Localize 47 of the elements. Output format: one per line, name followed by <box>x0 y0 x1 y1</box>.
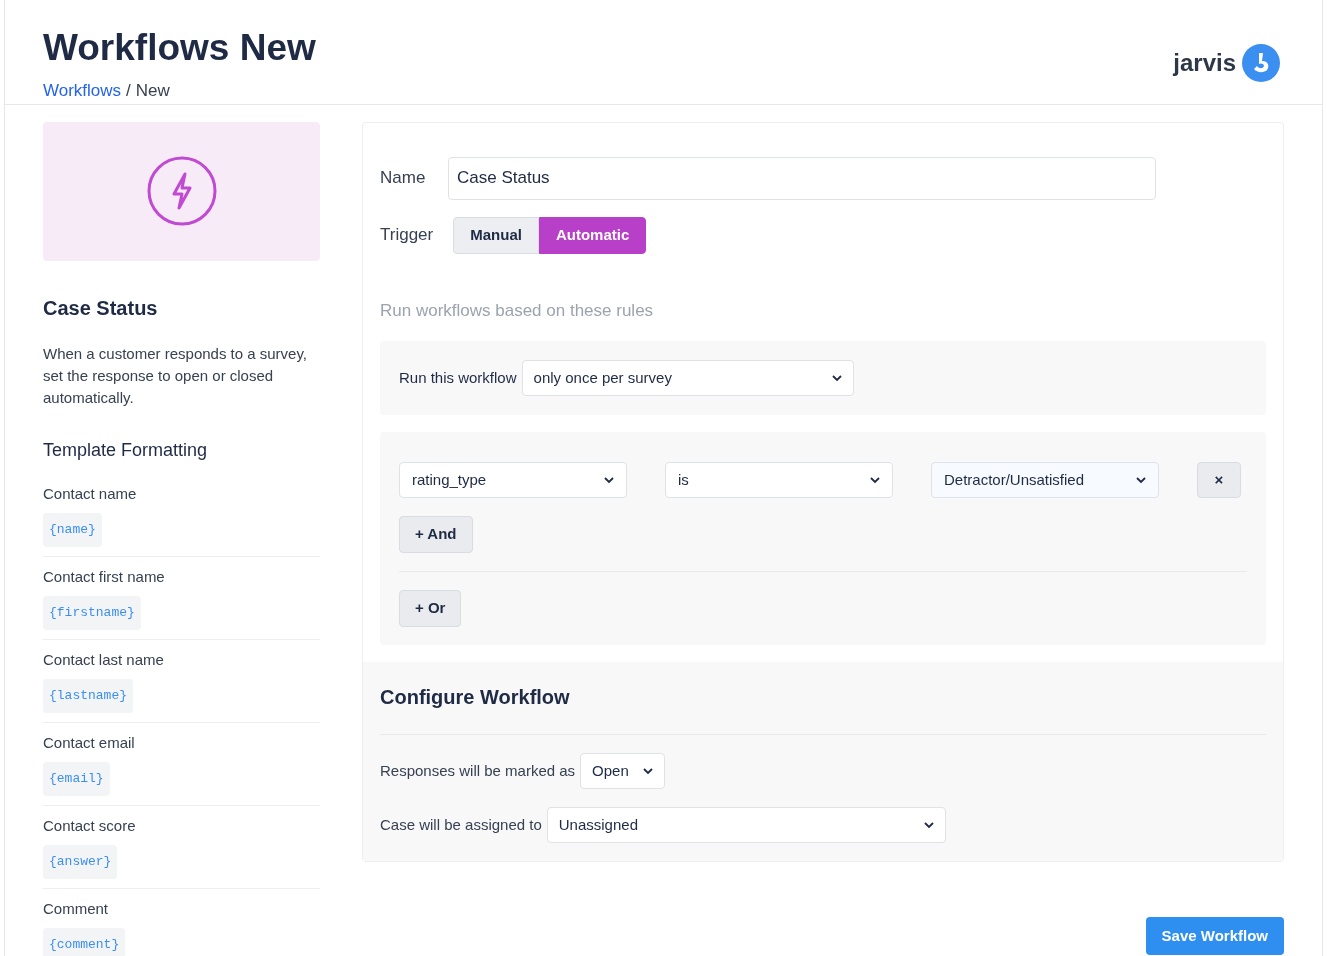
template-title: Case Status <box>43 295 159 321</box>
section-heading: Run workflows based on these rules <box>380 299 655 322</box>
breadcrumb-link[interactable]: Workflows <box>43 78 122 104</box>
variable-label: Contact email <box>43 732 135 753</box>
breadcrumb-separator: / <box>126 80 131 102</box>
trigger-tab[interactable]: Automatic <box>538 216 647 254</box>
chevron-down-icon <box>831 374 842 382</box>
variable-code: {name} <box>43 513 102 547</box>
section-heading: Template Formatting <box>43 438 209 462</box>
add-or-button[interactable]: + Or <box>399 590 462 627</box>
name-input[interactable]: Case Status <box>448 156 1156 200</box>
breadcrumb-current: New <box>135 80 170 102</box>
chevron-down-icon <box>923 821 934 829</box>
field-label: Run this workflow <box>399 367 517 388</box>
value-select[interactable]: Detractor/Unsatisfied <box>931 462 1159 498</box>
trigger-tab[interactable]: Manual <box>453 216 539 254</box>
logo-text: jarvis <box>1173 48 1236 78</box>
variable-code: {firstname} <box>43 596 141 630</box>
variable-label: Contact name <box>43 483 137 504</box>
variable-label: Contact score <box>43 815 136 836</box>
field-label: Trigger <box>380 224 434 247</box>
assignee-select[interactable]: Unassigned <box>546 807 946 843</box>
page-title: Workflows New <box>43 26 316 70</box>
operator-select[interactable]: is <box>665 462 893 498</box>
field-label: Responses will be marked as <box>380 760 576 781</box>
variable-code: {comment} <box>43 928 126 956</box>
run-select[interactable]: only once per survey <box>521 360 854 396</box>
variable-label: Contact last name <box>43 649 164 670</box>
field-select[interactable]: rating_type <box>399 462 627 498</box>
status-select[interactable]: Open <box>580 753 666 789</box>
chevron-down-icon <box>604 476 614 484</box>
chevron-down-icon <box>643 767 654 775</box>
add-and-button[interactable]: + And <box>399 516 473 553</box>
template-description: When a customer responds to a survey, set the response to open or closed automatically. <box>43 343 308 408</box>
lightning-icon <box>146 156 217 226</box>
variable-label: Comment <box>43 898 109 919</box>
field-label: Case will be assigned to <box>380 814 542 835</box>
chevron-down-icon <box>1136 476 1146 484</box>
variable-label: Contact first name <box>43 566 165 587</box>
variable-code: {lastname} <box>43 679 133 713</box>
remove-condition-button[interactable]: × <box>1197 462 1241 498</box>
field-label: Name <box>380 167 427 190</box>
chevron-down-icon <box>870 476 880 484</box>
logo-icon <box>1242 44 1280 82</box>
variable-code: {email} <box>43 762 110 796</box>
section-heading: Configure Workflow <box>380 682 1266 735</box>
variable-code: {answer} <box>43 845 118 879</box>
